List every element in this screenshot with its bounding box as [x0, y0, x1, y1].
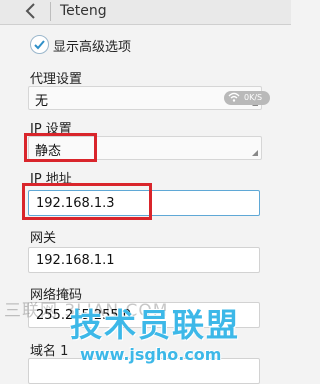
divider: [50, 2, 51, 21]
highlight-box: [24, 133, 97, 162]
gateway-label: 网关: [30, 231, 57, 246]
watermark-url: www.jsgho.com: [80, 345, 222, 364]
show-advanced-label: 显示高级选项: [53, 40, 132, 55]
highlight-box: [22, 183, 152, 220]
proxy-value: 无: [35, 94, 49, 109]
gateway-value: 192.168.1.1: [36, 253, 115, 268]
top-bar: Teteng: [0, 0, 291, 25]
gateway-input[interactable]: 192.168.1.1: [28, 247, 260, 273]
watermark-logo: 技术员联盟: [70, 306, 241, 344]
wifi-icon: [228, 92, 240, 107]
spinner-corner-icon: [252, 150, 258, 156]
speed-text: 0K/S: [244, 93, 263, 102]
chevron-left-icon[interactable]: [24, 2, 38, 22]
network-speed-badge: 0K/S: [224, 91, 270, 105]
checkmark-icon[interactable]: [30, 35, 49, 54]
dns1-label: 域名 1: [30, 344, 69, 359]
network-title: Teteng: [60, 3, 107, 19]
proxy-label: 代理设置: [30, 72, 83, 87]
